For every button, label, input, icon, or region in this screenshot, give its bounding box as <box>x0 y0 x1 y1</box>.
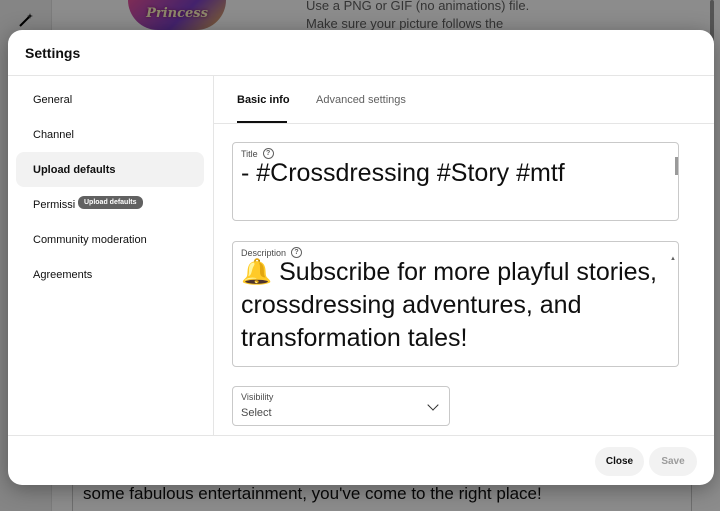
sidebar-item-label: Upload defaults <box>33 163 116 176</box>
active-tab-indicator <box>237 121 287 123</box>
sidebar-item-label: General <box>33 93 73 106</box>
sidebar-item-label: Permissi <box>33 198 76 211</box>
visibility-select[interactable]: Visibility Select <box>232 386 450 426</box>
description-input[interactable]: 🔔 Subscribe for more playful stories, cr… <box>241 256 671 346</box>
tab-advanced-settings[interactable]: Advanced settings <box>316 94 406 106</box>
sidebar-item-community-moderation[interactable]: Community moderation <box>16 222 204 257</box>
dialog-header: Settings <box>8 30 714 76</box>
dialog-title: Settings <box>25 44 81 61</box>
sidebar-item-label: Channel <box>33 128 74 141</box>
sidebar-item-label: Agreements <box>33 268 93 281</box>
scroll-up-arrow-icon[interactable]: ▲ <box>670 256 676 262</box>
dialog-footer: Close Save <box>8 435 714 485</box>
title-field[interactable]: Title ? - #Crossdressing #Story #mtf <box>232 142 679 221</box>
description-field[interactable]: Description ? 🔔 Subscribe for more playf… <box>232 241 679 367</box>
sidebar-item-agreements[interactable]: Agreements <box>16 257 204 292</box>
close-button[interactable]: Close <box>595 447 644 476</box>
title-input[interactable]: - #Crossdressing #Story #mtf <box>241 157 565 190</box>
upload-defaults-content: Basic info Advanced settings Title ? - #… <box>214 76 714 436</box>
title-scrollbar[interactable] <box>675 157 678 175</box>
tab-bar: Basic info Advanced settings <box>214 76 714 124</box>
sidebar-item-upload-defaults[interactable]: Upload defaults <box>16 152 204 187</box>
tab-basic-info[interactable]: Basic info <box>237 94 290 106</box>
save-button[interactable]: Save <box>649 447 697 476</box>
dialog-body: General Channel Upload defaults Permissi… <box>8 76 714 436</box>
sidebar-item-permissions[interactable]: Permissi Upload defaults <box>16 187 204 222</box>
tooltip: Upload defaults <box>78 196 143 209</box>
settings-dialog: Settings General Channel Upload defaults… <box>8 30 714 485</box>
sidebar-item-label: Community moderation <box>33 233 147 246</box>
chevron-down-icon <box>427 399 439 411</box>
settings-sidebar: General Channel Upload defaults Permissi… <box>8 76 214 436</box>
sidebar-item-channel[interactable]: Channel <box>16 117 204 152</box>
visibility-value: Select <box>241 407 272 419</box>
sidebar-item-general[interactable]: General <box>16 82 204 117</box>
visibility-label: Visibility <box>241 392 274 402</box>
